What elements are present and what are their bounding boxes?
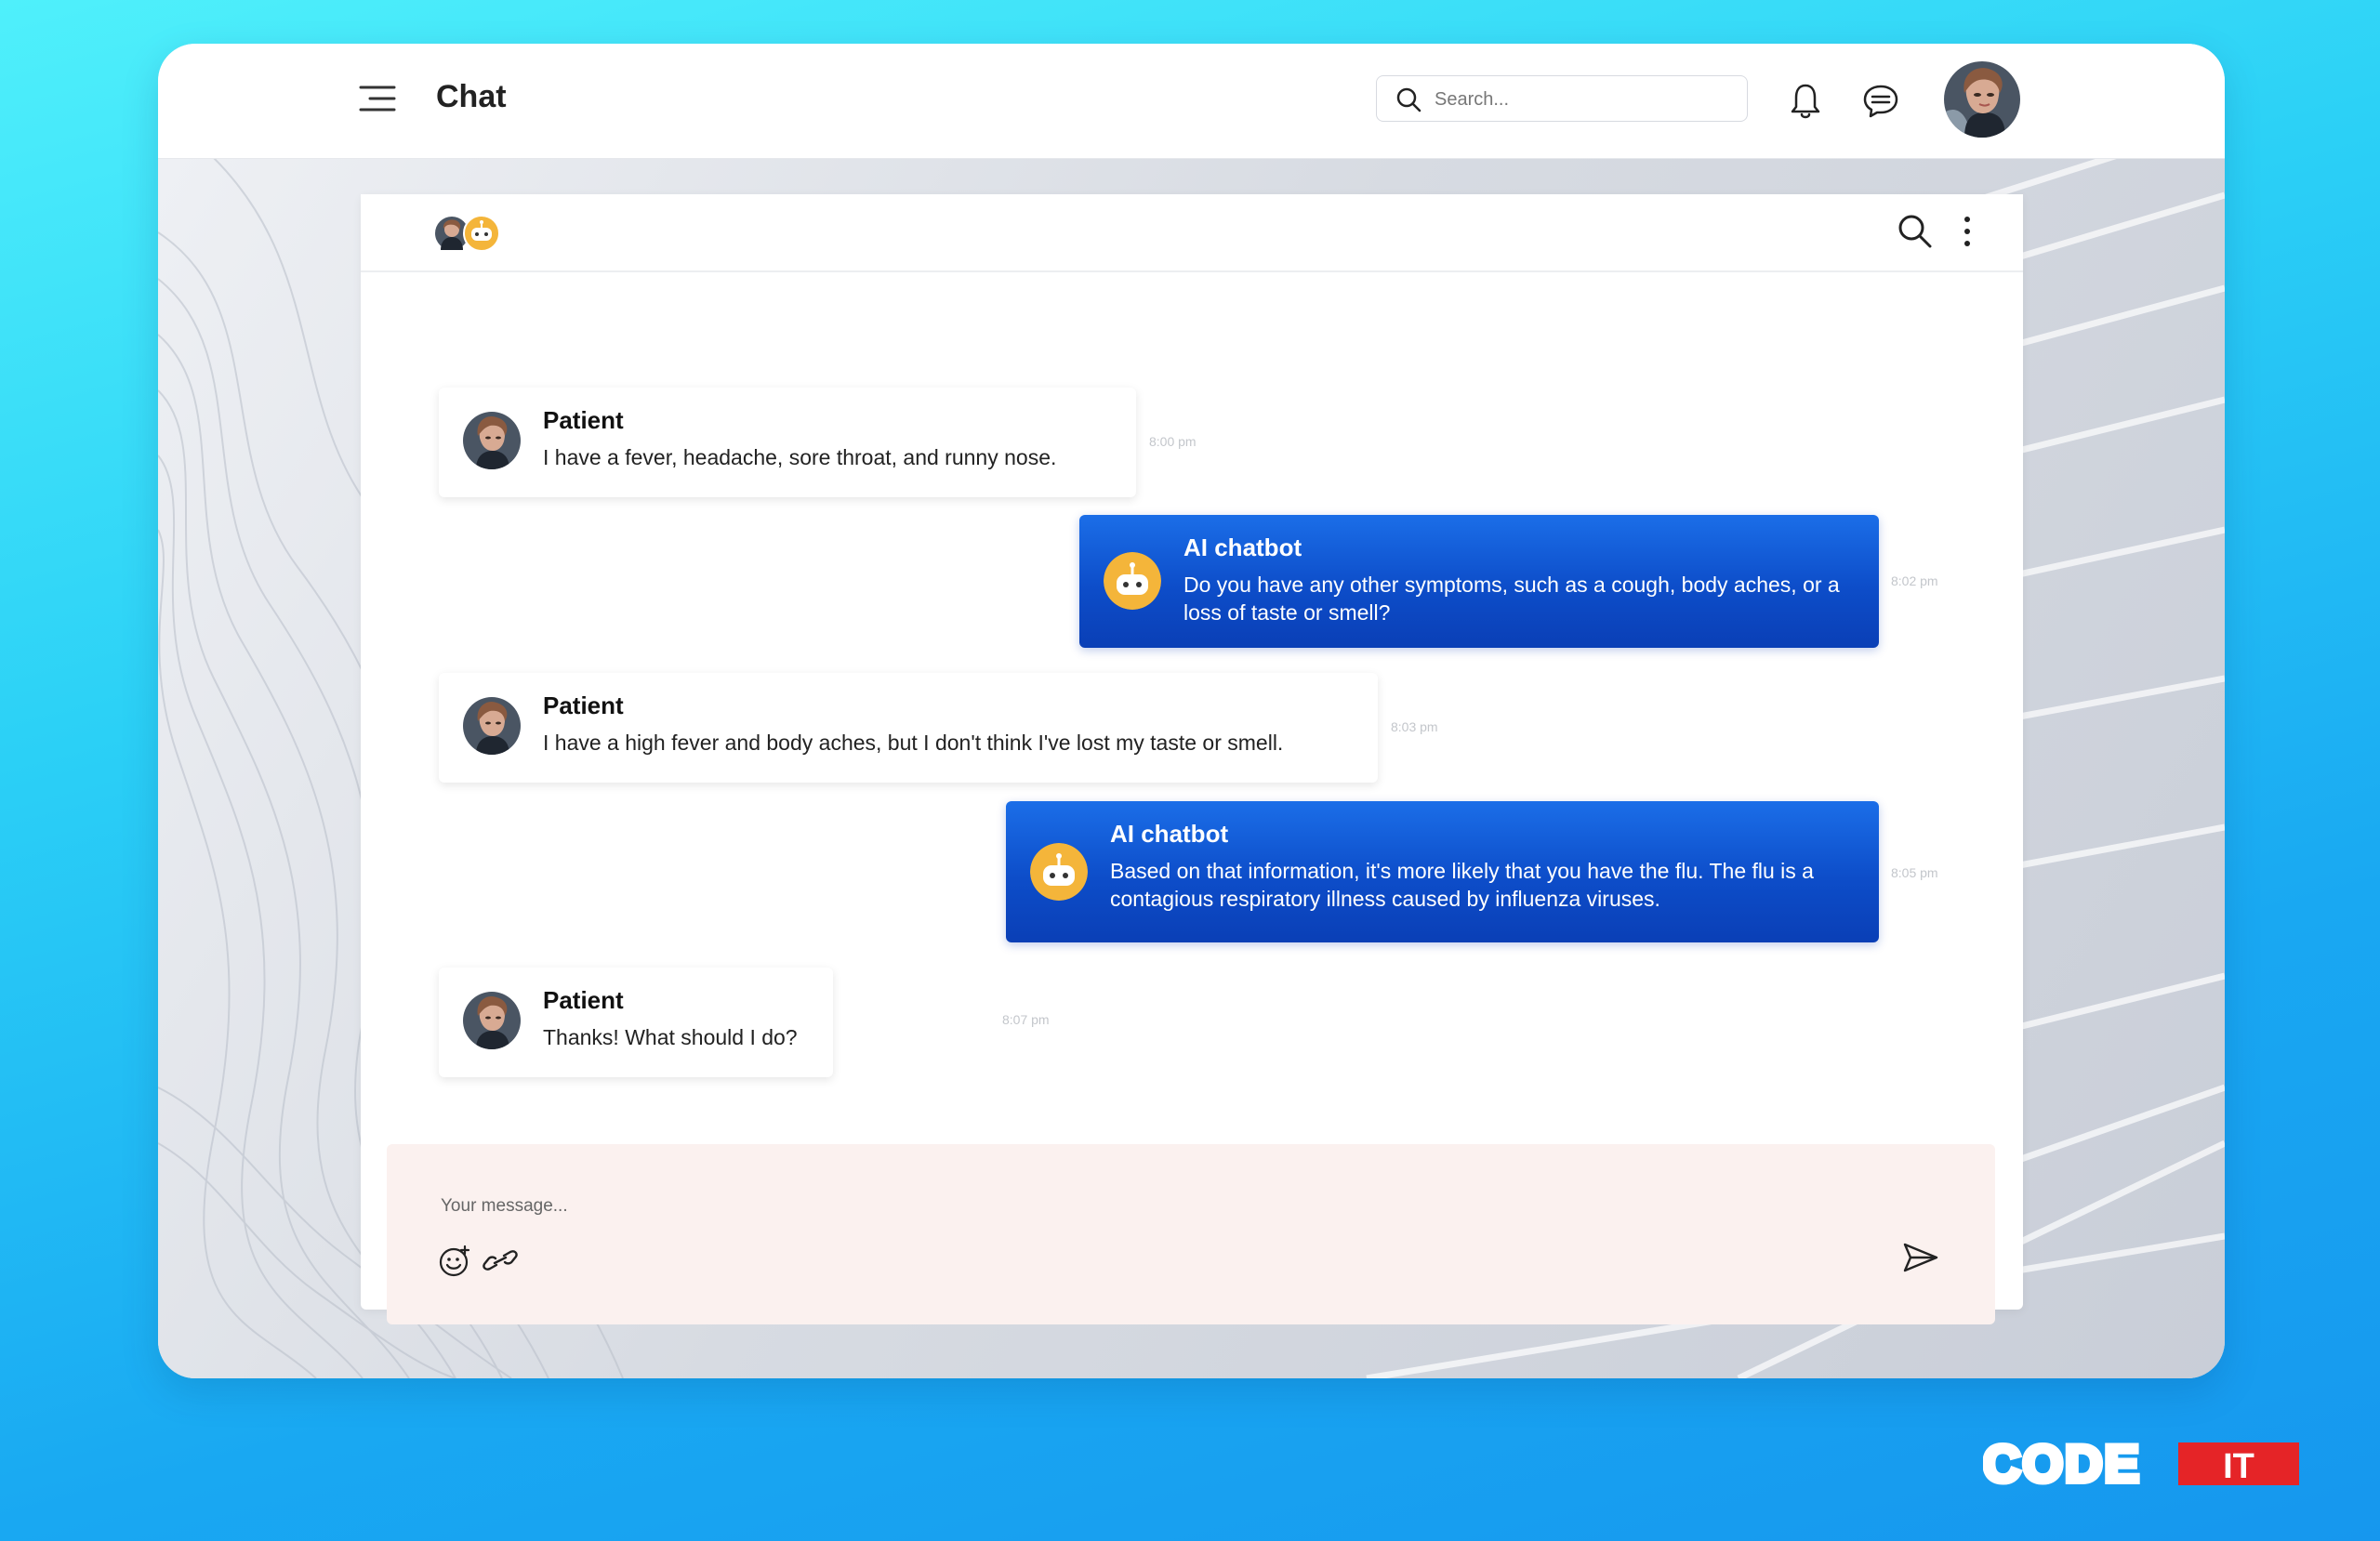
message-text: Thanks! What should I do?: [543, 1025, 798, 1049]
robot-icon: [1030, 843, 1088, 901]
search-icon: [1396, 87, 1421, 112]
chat-panel: Patient I have a fever, headache, sore t…: [361, 194, 2023, 1324]
send-icon: [1903, 1243, 1938, 1272]
app-window: Chat Search... Patient I have a fever, h…: [158, 44, 2225, 1378]
messages-button[interactable]: [1862, 83, 1899, 125]
robot-icon: [1104, 552, 1161, 610]
message-composer: Your message...: [387, 1144, 1995, 1324]
participants-icon: [435, 215, 500, 252]
brand-text-code-fill: CODE: [1983, 1439, 2141, 1489]
top-bar: Chat Search...: [158, 44, 2225, 159]
more-vertical-icon: [1964, 217, 1970, 246]
message-text: Based on that information, it's more lik…: [1110, 859, 1814, 911]
message-time: 8:07 pm: [1002, 1012, 1050, 1027]
send-button[interactable]: [1902, 1242, 1939, 1278]
chat-more-button[interactable]: [1962, 215, 1973, 253]
bot-avatar: [1104, 552, 1161, 610]
search-field[interactable]: Search...: [1376, 75, 1748, 122]
emoji-icon: [439, 1245, 470, 1277]
search-input[interactable]: Search...: [1435, 89, 1509, 111]
message-bot: AI chatbot Do you have any other symptom…: [1079, 515, 1879, 648]
message-icon: [1863, 85, 1898, 118]
message-sender: Patient: [543, 691, 624, 719]
avatar-photo: [463, 992, 521, 1049]
message-patient: Patient Thanks! What should I do?: [439, 968, 833, 1077]
chat-search-button[interactable]: [1897, 213, 1934, 255]
message-sender: AI chatbot: [1183, 533, 1302, 561]
user-avatar[interactable]: [1944, 61, 2020, 138]
bell-icon: [1791, 84, 1820, 119]
patient-avatar: [463, 697, 521, 755]
message-sender: AI chatbot: [1110, 820, 1229, 848]
message-patient: Patient I have a fever, headache, sore t…: [439, 388, 1136, 497]
brand-logo: CODE CODE IT: [1980, 1431, 2299, 1495]
message-time: 8:02 pm: [1891, 573, 1938, 588]
menu-button[interactable]: [359, 85, 396, 112]
avatar-photo: [1944, 61, 2020, 138]
message-time: 8:03 pm: [1391, 719, 1438, 734]
participants-avatars[interactable]: [435, 213, 502, 254]
message-text: I have a fever, headache, sore throat, a…: [543, 445, 1057, 469]
bot-avatar: [1030, 843, 1088, 901]
chat-header: [361, 194, 2023, 272]
avatar-photo: [463, 412, 521, 469]
message-text: Do you have any other symptoms, such as …: [1183, 573, 1840, 625]
brand-text-it: IT: [2223, 1447, 2254, 1486]
message-time: 8:05 pm: [1891, 865, 1938, 880]
message-time: 8:00 pm: [1149, 434, 1197, 449]
notifications-button[interactable]: [1790, 83, 1821, 125]
avatar-photo: [463, 697, 521, 755]
menu-icon: [359, 86, 396, 112]
message-input[interactable]: Your message...: [441, 1196, 568, 1217]
emoji-button[interactable]: [438, 1245, 471, 1283]
message-text: I have a high fever and body aches, but …: [543, 731, 1284, 755]
search-icon: [1898, 215, 1932, 248]
message-patient: Patient I have a high fever and body ach…: [439, 673, 1378, 783]
page-title: Chat: [436, 79, 507, 114]
patient-avatar: [463, 992, 521, 1049]
message-sender: Patient: [543, 986, 624, 1014]
message-sender: Patient: [543, 406, 624, 434]
link-icon: [483, 1250, 518, 1271]
message-bot: AI chatbot Based on that information, it…: [1006, 801, 1879, 942]
code-it-logo: CODE CODE IT: [1980, 1431, 2299, 1495]
attach-link-button[interactable]: [482, 1246, 519, 1279]
patient-avatar: [463, 412, 521, 469]
